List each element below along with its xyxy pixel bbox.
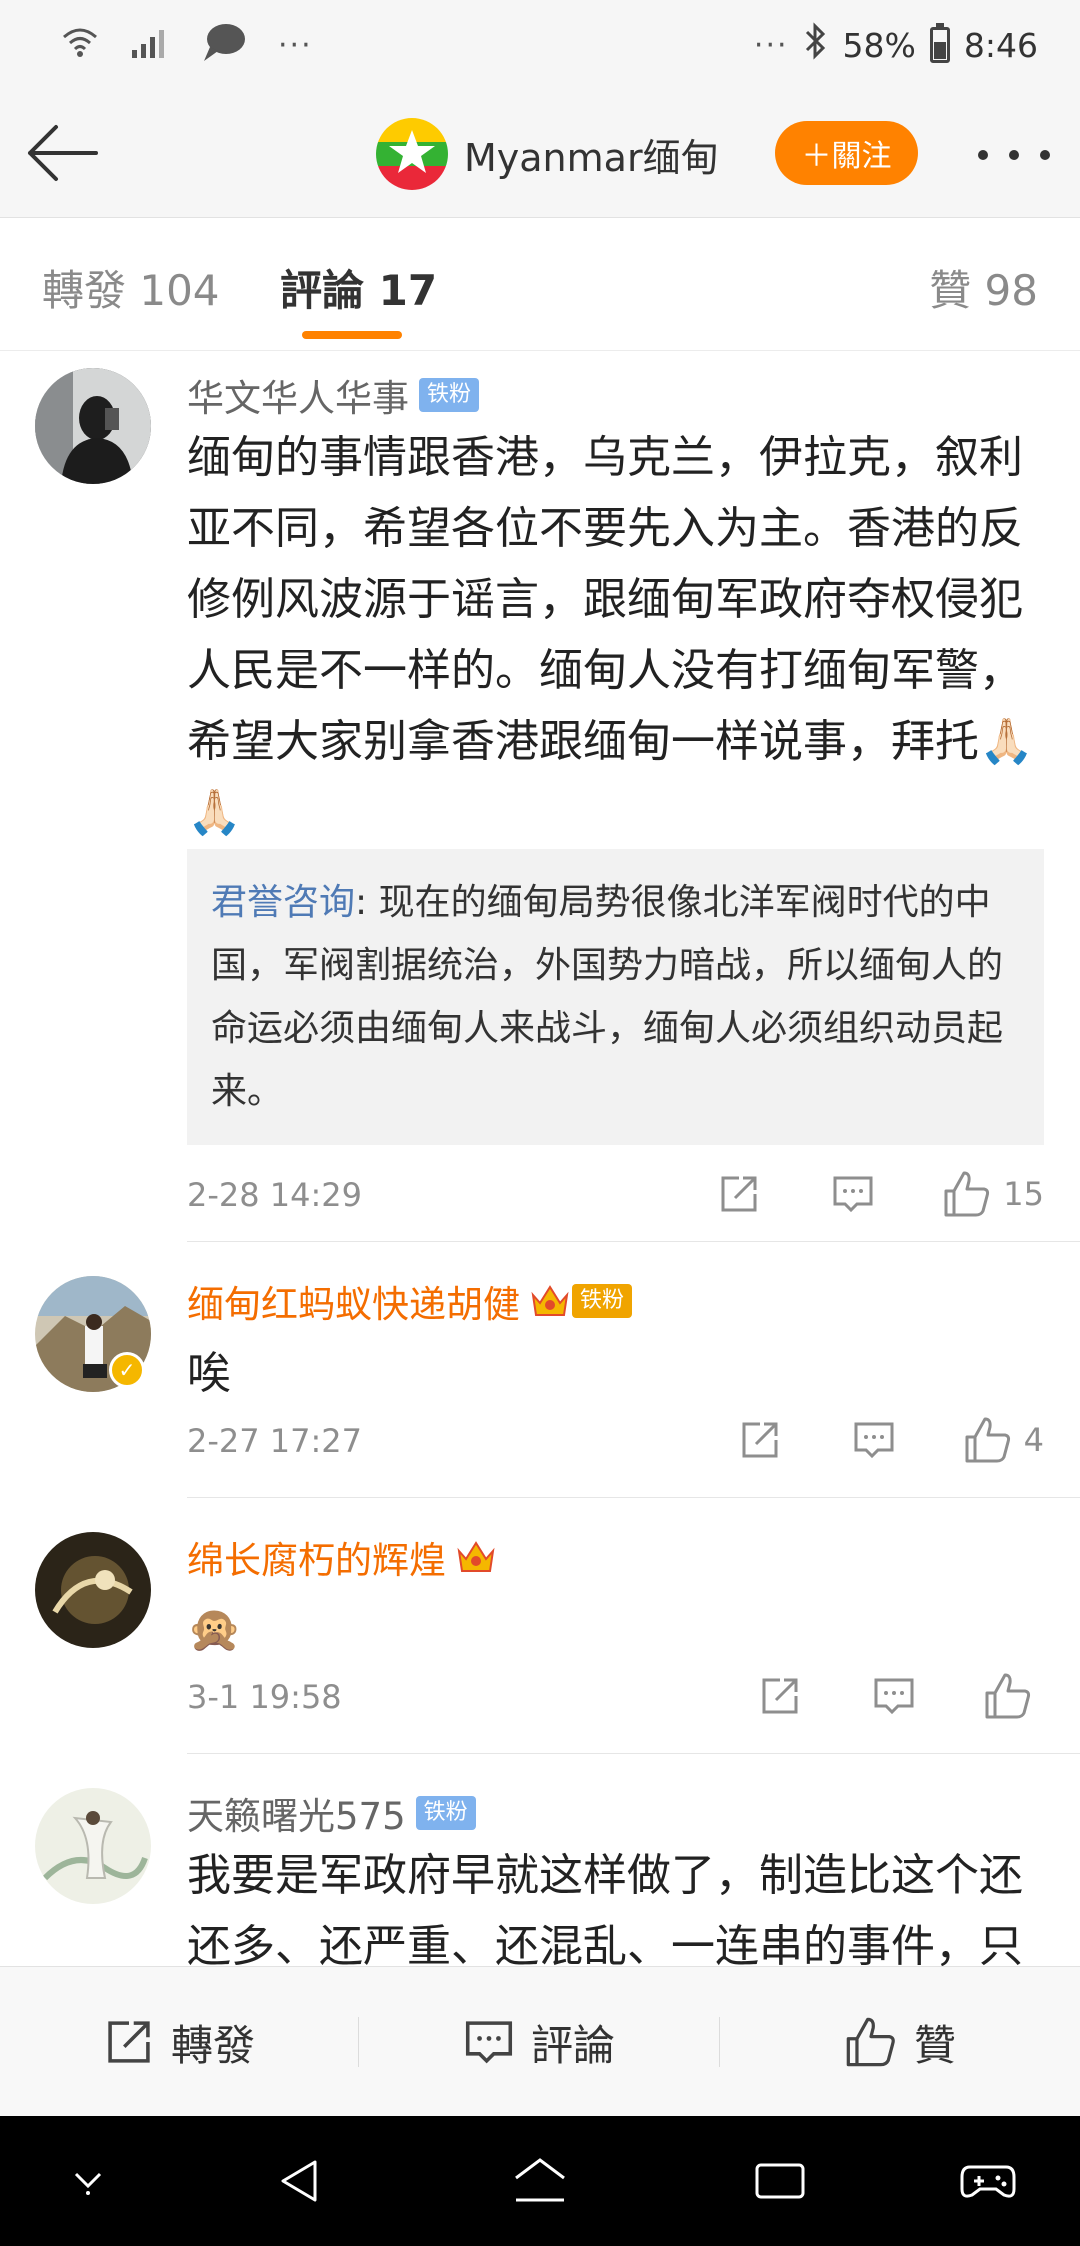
- status-more-right: ···: [753, 27, 789, 63]
- comment-username[interactable]: 天籁曙光575 铁粉: [187, 1786, 476, 1840]
- like-icon[interactable]: [958, 1410, 1018, 1470]
- comment-item: 天籁曙光575 铁粉 我要是军政府早就这样做了，制造比这个还还多、还严重、还混乱…: [0, 1754, 1080, 1966]
- fan-badge: 铁粉: [572, 1284, 633, 1318]
- page-title: Myanmar缅甸: [464, 135, 719, 180]
- bluetooth-icon: [803, 22, 829, 68]
- comment-item: 华文华人华事 铁粉 缅甸的事情跟香港，乌克兰，伊拉克，叙利亚不同，希望各位不要先…: [0, 352, 1080, 1242]
- active-tab-indicator: [302, 331, 402, 339]
- comment-actions: [750, 1666, 1044, 1726]
- back-button[interactable]: [24, 118, 104, 188]
- battery-icon: [929, 23, 950, 63]
- top-navigation: Myanmar缅甸 ＋關注: [0, 90, 1080, 218]
- reply-username[interactable]: 君誉咨询: [211, 882, 355, 923]
- comment-item: 绵长腐朽的辉煌 🙊 3-1 19:58: [0, 1498, 1080, 1754]
- share-icon[interactable]: [709, 1164, 769, 1224]
- like-button[interactable]: 贊: [720, 1967, 1080, 2117]
- username-text: 缅甸红蚂蚁快递胡健: [187, 1283, 520, 1326]
- comment-time: 2-27 17:27: [187, 1422, 363, 1460]
- system-navigation-bar: [0, 2116, 1080, 2246]
- comment-button[interactable]: 評論: [359, 1967, 719, 2117]
- comment-item: ✓ 缅甸红蚂蚁快递胡健 铁粉 唉 2-27 17:27 4: [0, 1242, 1080, 1498]
- game-controller-icon[interactable]: [958, 2151, 1018, 2211]
- repost-label: 轉發: [170, 2020, 255, 2070]
- follow-button[interactable]: ＋關注: [775, 121, 918, 185]
- verified-icon: ✓: [109, 1352, 145, 1388]
- signal-icon: [130, 26, 170, 64]
- tab-repost[interactable]: 轉發 104: [42, 257, 220, 318]
- comment-label: 評論: [530, 2020, 615, 2070]
- reply-box[interactable]: 君誉咨询: 现在的缅甸局势很像北洋军阀时代的中国，军阀割据统治，外国势力暗战，所…: [187, 849, 1044, 1145]
- avatar[interactable]: [35, 368, 151, 484]
- comment-text: 🙊: [187, 1604, 242, 1655]
- more-icon[interactable]: [978, 130, 1050, 180]
- comment-actions: 15: [709, 1164, 1044, 1224]
- comment-icon[interactable]: [823, 1164, 883, 1224]
- status-more: ···: [278, 27, 313, 63]
- like-count: 15: [1003, 1175, 1044, 1213]
- back-arrow-icon: [28, 125, 98, 181]
- comment-text: 唉: [187, 1348, 231, 1399]
- comment-time: 3-1 19:58: [187, 1678, 342, 1716]
- comment-actions: 4: [730, 1410, 1044, 1470]
- hide-keyboard-icon[interactable]: [58, 2151, 118, 2211]
- crown-icon: [456, 1539, 496, 1575]
- fan-badge: 铁粉: [419, 378, 480, 412]
- like-icon: [846, 2017, 895, 2067]
- share-icon[interactable]: [750, 1666, 810, 1726]
- fan-badge: 铁粉: [415, 1796, 476, 1830]
- clock: 8:46: [963, 25, 1038, 65]
- comment-text: 我要是军政府早就这样做了，制造比这个还还多、还严重、还混乱、一连串的事件，只: [187, 1850, 1023, 1966]
- recent-apps-icon[interactable]: [750, 2151, 810, 2211]
- username-text: 绵长腐朽的辉煌: [187, 1539, 446, 1582]
- page-header[interactable]: Myanmar缅甸: [376, 117, 719, 191]
- comment-icon: [465, 2021, 513, 2064]
- comment-username[interactable]: 缅甸红蚂蚁快递胡健 铁粉: [187, 1274, 633, 1328]
- comment-username[interactable]: 绵长腐朽的辉煌: [187, 1530, 496, 1584]
- share-icon[interactable]: [730, 1410, 790, 1470]
- avatar[interactable]: [35, 1532, 151, 1648]
- battery-percent: 58%: [842, 25, 916, 65]
- back-nav-icon[interactable]: [270, 2151, 330, 2211]
- bottom-toolbar: 轉發 評論 贊: [0, 1966, 1080, 2116]
- comment-icon[interactable]: [844, 1410, 904, 1470]
- avatar[interactable]: [35, 1788, 151, 1904]
- home-icon[interactable]: [510, 2151, 570, 2211]
- wifi-icon: [60, 23, 100, 67]
- username-text: 天籁曙光575: [187, 1795, 406, 1838]
- crown-icon: [530, 1283, 570, 1319]
- myanmar-flag-icon: [376, 118, 448, 190]
- comment-username[interactable]: 华文华人华事 铁粉: [187, 368, 480, 422]
- tab-bar: 轉發 104 評論 17 贊 98: [0, 219, 1080, 351]
- username-text: 华文华人华事: [187, 377, 409, 420]
- comment-time: 2-28 14:29: [187, 1176, 363, 1214]
- comment-icon[interactable]: [864, 1666, 924, 1726]
- comment-text: 缅甸的事情跟香港，乌克兰，伊拉克，叙利亚不同，希望各位不要先入为主。香港的反修例…: [187, 432, 1034, 838]
- like-icon[interactable]: [978, 1666, 1038, 1726]
- like-count: 4: [1023, 1421, 1044, 1459]
- like-label: 贊: [913, 2020, 956, 2070]
- status-bar: ··· ··· 58% 8:46: [0, 0, 1080, 90]
- tab-likes[interactable]: 贊 98: [929, 257, 1038, 318]
- tab-comments[interactable]: 評論 17: [280, 257, 437, 318]
- like-icon[interactable]: [937, 1164, 997, 1224]
- repost-button[interactable]: 轉發: [0, 1967, 358, 2117]
- share-icon: [108, 2021, 150, 2063]
- chat-bubble-icon: [200, 21, 248, 69]
